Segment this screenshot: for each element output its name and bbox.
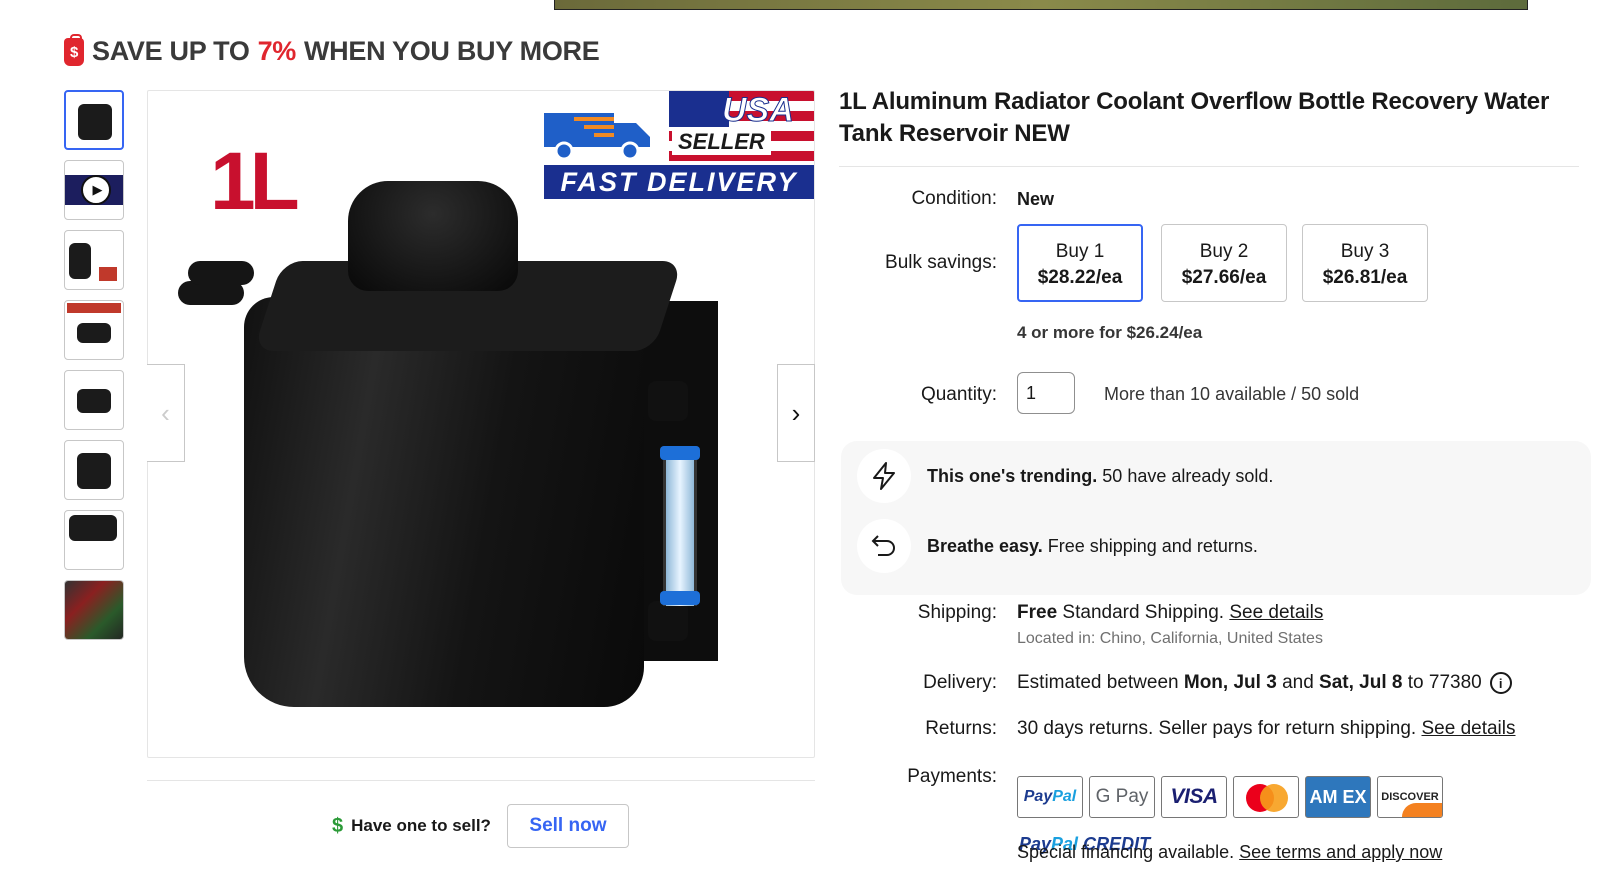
sell-row: $ Have one to sell? Sell now	[332, 804, 629, 848]
top-fitting	[648, 381, 688, 421]
bulk-option-label: Buy 3	[1340, 241, 1390, 262]
truck-icon	[544, 113, 650, 161]
thumbnail-4[interactable]	[64, 300, 124, 360]
signal-trending: This one's trending. 50 have already sol…	[857, 449, 1273, 503]
quantity-label: Quantity:	[920, 384, 997, 405]
thumbnail-8[interactable]	[64, 580, 124, 640]
image-prev-button[interactable]: ‹	[147, 364, 185, 462]
usa-seller-badge: USA SELLER FAST DELIVERY	[544, 91, 814, 199]
thumbnail-3[interactable]	[64, 230, 124, 290]
shipping-details-link[interactable]: See details	[1229, 602, 1323, 623]
condition-value: New	[1017, 189, 1055, 209]
payment-methods: Pay Pal G Pay VISA AM EX DISCOVER	[1017, 776, 1443, 818]
delivery-pre: Estimated between	[1017, 672, 1179, 693]
delivery-value: Estimated between Mon, Jul 3 and Sat, Ju…	[1017, 672, 1512, 694]
financing-text: Special financing available.	[1017, 842, 1240, 862]
thumbnail-7[interactable]	[64, 510, 124, 570]
bulk-option-3[interactable]: Buy 3 $26.81/ea	[1302, 224, 1428, 302]
sight-tube	[663, 446, 697, 606]
bulk-option-2[interactable]: Buy 2 $27.66/ea	[1161, 224, 1287, 302]
thumbnail-6[interactable]	[64, 440, 124, 500]
play-icon: ▶	[81, 175, 111, 205]
tube-ring-bottom	[660, 591, 700, 605]
delivery-date-end: Sat, Jul 8	[1319, 672, 1403, 693]
seller-text: SELLER	[672, 129, 771, 155]
mastercard-logo	[1233, 776, 1299, 818]
shipping-free: Free	[1017, 602, 1058, 623]
payments-label: Payments:	[907, 766, 997, 787]
visa-logo: VISA	[1161, 776, 1227, 818]
availability-text: More than 10 available / 50 sold	[1104, 384, 1360, 404]
size-label: 1L	[210, 136, 300, 227]
google-pay-logo: G Pay	[1089, 776, 1155, 818]
signal-panel: This one's trending. 50 have already sol…	[841, 441, 1591, 595]
quantity-input[interactable]	[1017, 372, 1075, 414]
promo-prefix: SAVE UP TO	[92, 36, 250, 66]
returns-value: 30 days returns. Seller pays for return …	[1017, 718, 1516, 740]
bottom-fitting	[648, 601, 688, 641]
usa-text: USA	[722, 91, 795, 130]
return-arrow-icon	[857, 519, 911, 573]
financing-apply-link[interactable]: See terms and apply now	[1239, 842, 1442, 862]
thumbnail-list: ▶	[64, 90, 126, 650]
signal-text: 50 have already sold.	[1097, 465, 1274, 486]
signal-text: Free shipping and returns.	[1042, 535, 1258, 556]
main-product-image[interactable]: 1L USA SELLER FAST DELIVERY	[147, 90, 815, 758]
top-ad-banner[interactable]	[554, 0, 1528, 10]
promo-suffix: WHEN YOU BUY MORE	[304, 36, 600, 66]
signal-bold: This one's trending.	[927, 465, 1098, 486]
divider	[147, 780, 815, 781]
price-tag-icon: $	[64, 33, 84, 66]
amex-logo: AM EX	[1305, 776, 1371, 818]
shipping-label: Shipping:	[917, 602, 997, 623]
signal-bold: Breathe easy.	[927, 535, 1043, 556]
returns-label: Returns:	[925, 718, 997, 739]
delivery-date-start: Mon, Jul 3	[1183, 672, 1277, 693]
sell-now-button[interactable]: Sell now	[506, 804, 629, 848]
image-next-button[interactable]: ›	[777, 364, 815, 462]
title-divider	[839, 166, 1579, 167]
thumbnail-video[interactable]: ▶	[64, 160, 124, 220]
bulk-savings-label: Bulk savings:	[885, 252, 997, 273]
bulk-option-label: Buy 1	[1055, 241, 1105, 262]
dollar-icon: $	[332, 814, 344, 837]
condition-label: Condition:	[911, 188, 997, 209]
returns-details-link[interactable]: See details	[1421, 718, 1515, 739]
bulk-more-text: 4 or more for $26.24/ea	[1017, 323, 1203, 342]
sell-prompt: Have one to sell?	[351, 816, 491, 835]
item-location: Located in: Chino, California, United St…	[1017, 630, 1323, 647]
item-title: 1L Aluminum Radiator Coolant Overflow Bo…	[839, 88, 1550, 147]
chevron-right-icon: ›	[791, 397, 801, 428]
returns-text: 30 days returns. Seller pays for return …	[1017, 718, 1422, 739]
tube-ring-top	[660, 446, 700, 460]
bulk-option-1[interactable]: Buy 1 $28.22/ea	[1017, 224, 1143, 302]
shipping-text: Standard Shipping.	[1057, 602, 1230, 623]
tank-cap	[348, 181, 518, 291]
paypal-logo: Pay Pal	[1017, 776, 1083, 818]
thumbnail-1[interactable]	[64, 90, 124, 150]
hose-nipple-2	[188, 261, 254, 285]
bulk-option-price: $26.81/ea	[1322, 267, 1408, 288]
signal-returns: Breathe easy. Free shipping and returns.	[857, 519, 1258, 573]
bulk-option-price: $27.66/ea	[1181, 267, 1267, 288]
delivery-zip: to 77380	[1407, 672, 1482, 693]
lightning-icon	[857, 449, 911, 503]
discover-text: DISCOVER	[1381, 791, 1439, 803]
tank-body	[244, 297, 644, 707]
promo-banner: $ SAVE UP TO 7% WHEN YOU BUY MORE	[64, 33, 600, 67]
thumbnail-5[interactable]	[64, 370, 124, 430]
info-icon[interactable]: i	[1489, 672, 1512, 694]
promo-percent: 7%	[257, 36, 297, 66]
fast-delivery-text: FAST DELIVERY	[544, 165, 814, 199]
financing-line: Special financing available. See terms a…	[1017, 842, 1442, 863]
chevron-left-icon: ‹	[161, 397, 170, 428]
shipping-value: Free Standard Shipping. See details	[1017, 602, 1323, 624]
delivery-label: Delivery:	[923, 672, 997, 693]
discover-logo: DISCOVER	[1377, 776, 1443, 818]
delivery-mid: and	[1282, 672, 1314, 693]
bulk-option-price: $28.22/ea	[1037, 267, 1123, 288]
bulk-option-label: Buy 2	[1199, 241, 1249, 262]
